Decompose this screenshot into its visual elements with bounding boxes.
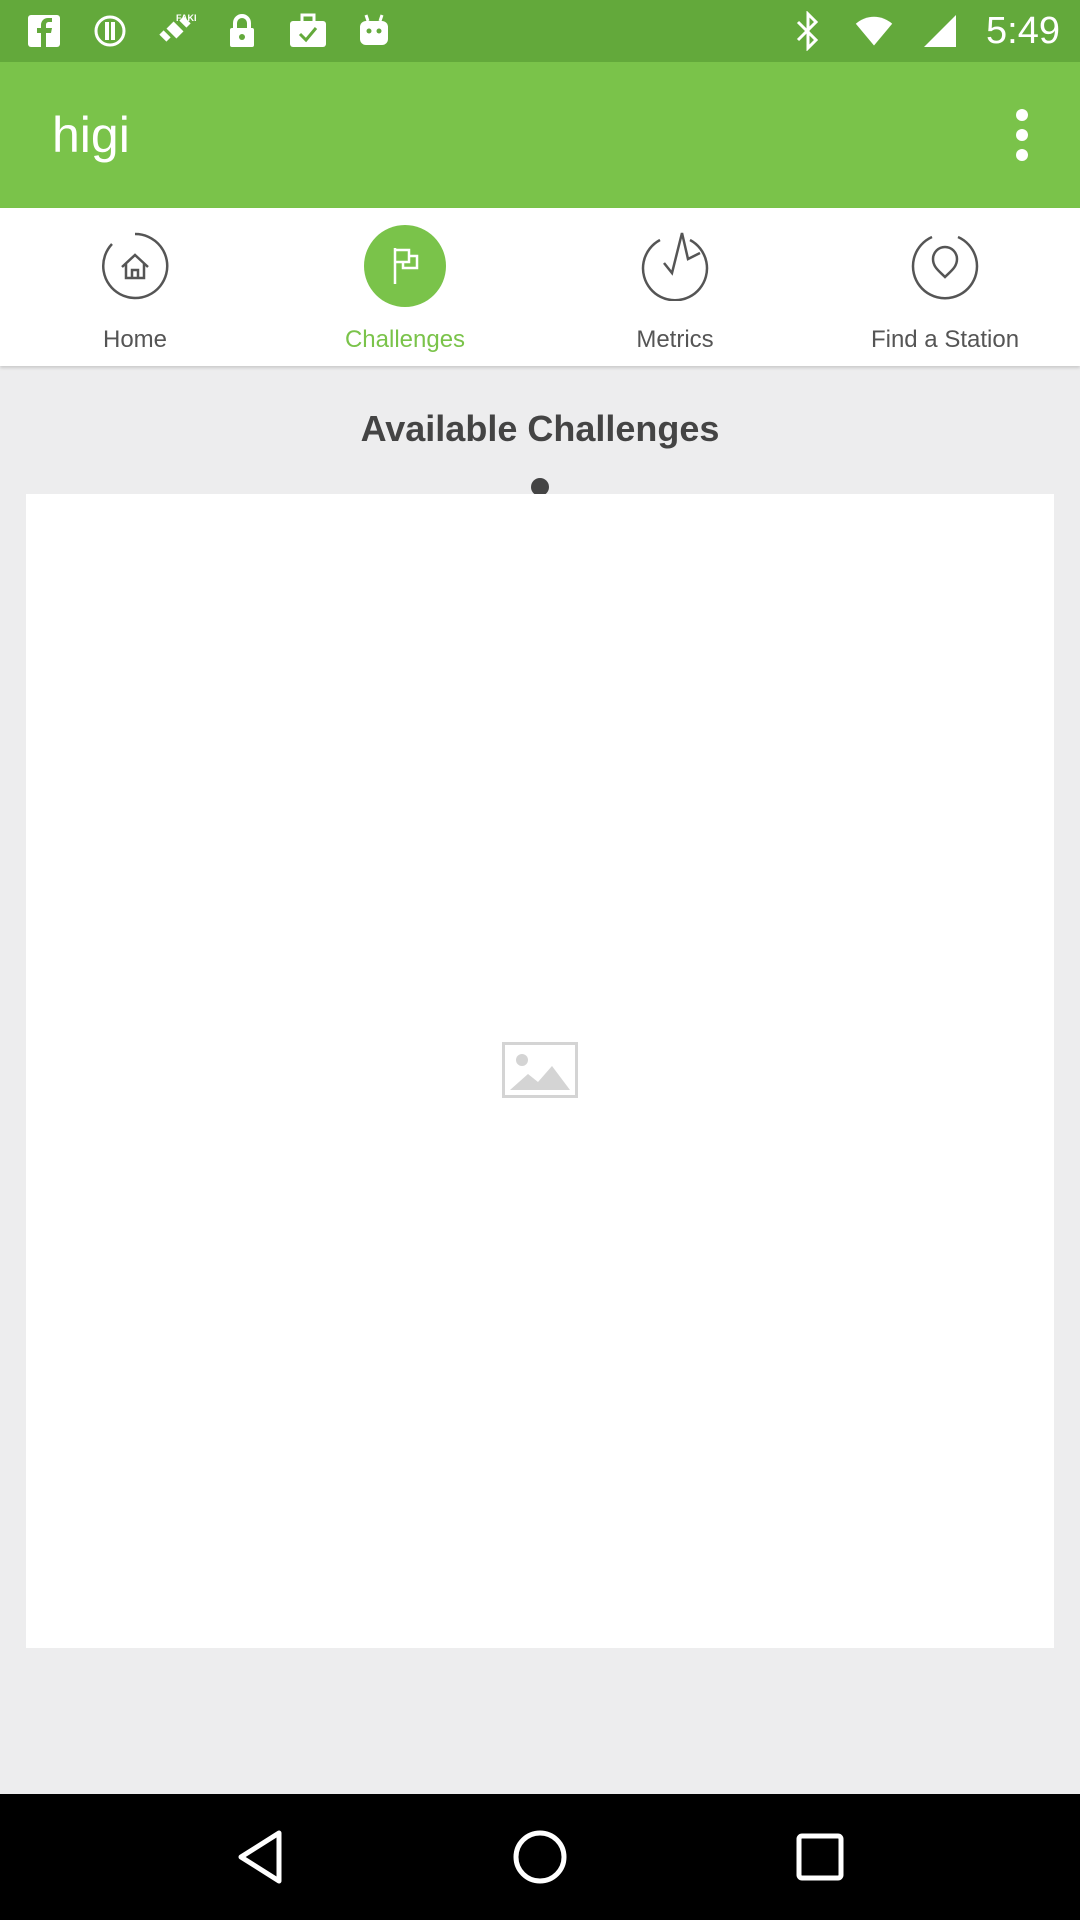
more-vert-icon [1016, 109, 1028, 161]
tab-home[interactable]: Home [0, 208, 270, 366]
circle-exclaim-icon [90, 11, 130, 51]
facebook-icon [24, 11, 64, 51]
tab-metrics[interactable]: Metrics [540, 208, 810, 366]
system-nav-bar [0, 1794, 1080, 1920]
recents-button[interactable] [780, 1817, 860, 1897]
app-title: higi [52, 107, 130, 163]
tab-find-a-station[interactable]: Find a Station [810, 208, 1080, 366]
home-button[interactable] [500, 1817, 580, 1897]
flag-icon [363, 224, 447, 308]
back-icon [238, 1830, 282, 1884]
briefcase-check-icon [288, 11, 328, 51]
location-icon [903, 224, 987, 308]
pulse-icon [633, 224, 717, 308]
app-bar: higi [0, 62, 1080, 208]
satellite-fake-icon: FAKE [156, 11, 196, 51]
section-title: Available Challenges [360, 408, 720, 449]
image-placeholder-icon [502, 1042, 578, 1098]
home-icon [93, 224, 177, 308]
android-icon [354, 11, 394, 51]
bluetooth-icon [788, 11, 828, 51]
wifi-icon [854, 11, 894, 51]
tab-metrics-label: Metrics [636, 326, 714, 353]
svg-text:FAKE: FAKE [176, 13, 196, 23]
tab-home-label: Home [102, 326, 168, 353]
recents-icon [796, 1833, 844, 1881]
tab-find-a-station-label: Find a Station [870, 326, 1020, 353]
tab-bar: Home Challenges Metrics Find a Station [0, 208, 1080, 366]
challenge-card[interactable] [26, 494, 1054, 1648]
back-button[interactable] [220, 1817, 300, 1897]
status-left-icons: FAKE [24, 11, 394, 51]
tab-challenges[interactable]: Challenges [270, 208, 540, 366]
status-bar: FAKE 5:49 [0, 0, 1080, 62]
status-right-icons: 5:49 [788, 10, 1060, 53]
status-time: 5:49 [986, 9, 1060, 52]
more-options-button[interactable] [992, 95, 1052, 175]
tab-challenges-label: Challenges [344, 326, 466, 353]
signal-icon [920, 11, 960, 51]
lock-icon [222, 11, 262, 51]
home-circle-icon [513, 1830, 567, 1884]
